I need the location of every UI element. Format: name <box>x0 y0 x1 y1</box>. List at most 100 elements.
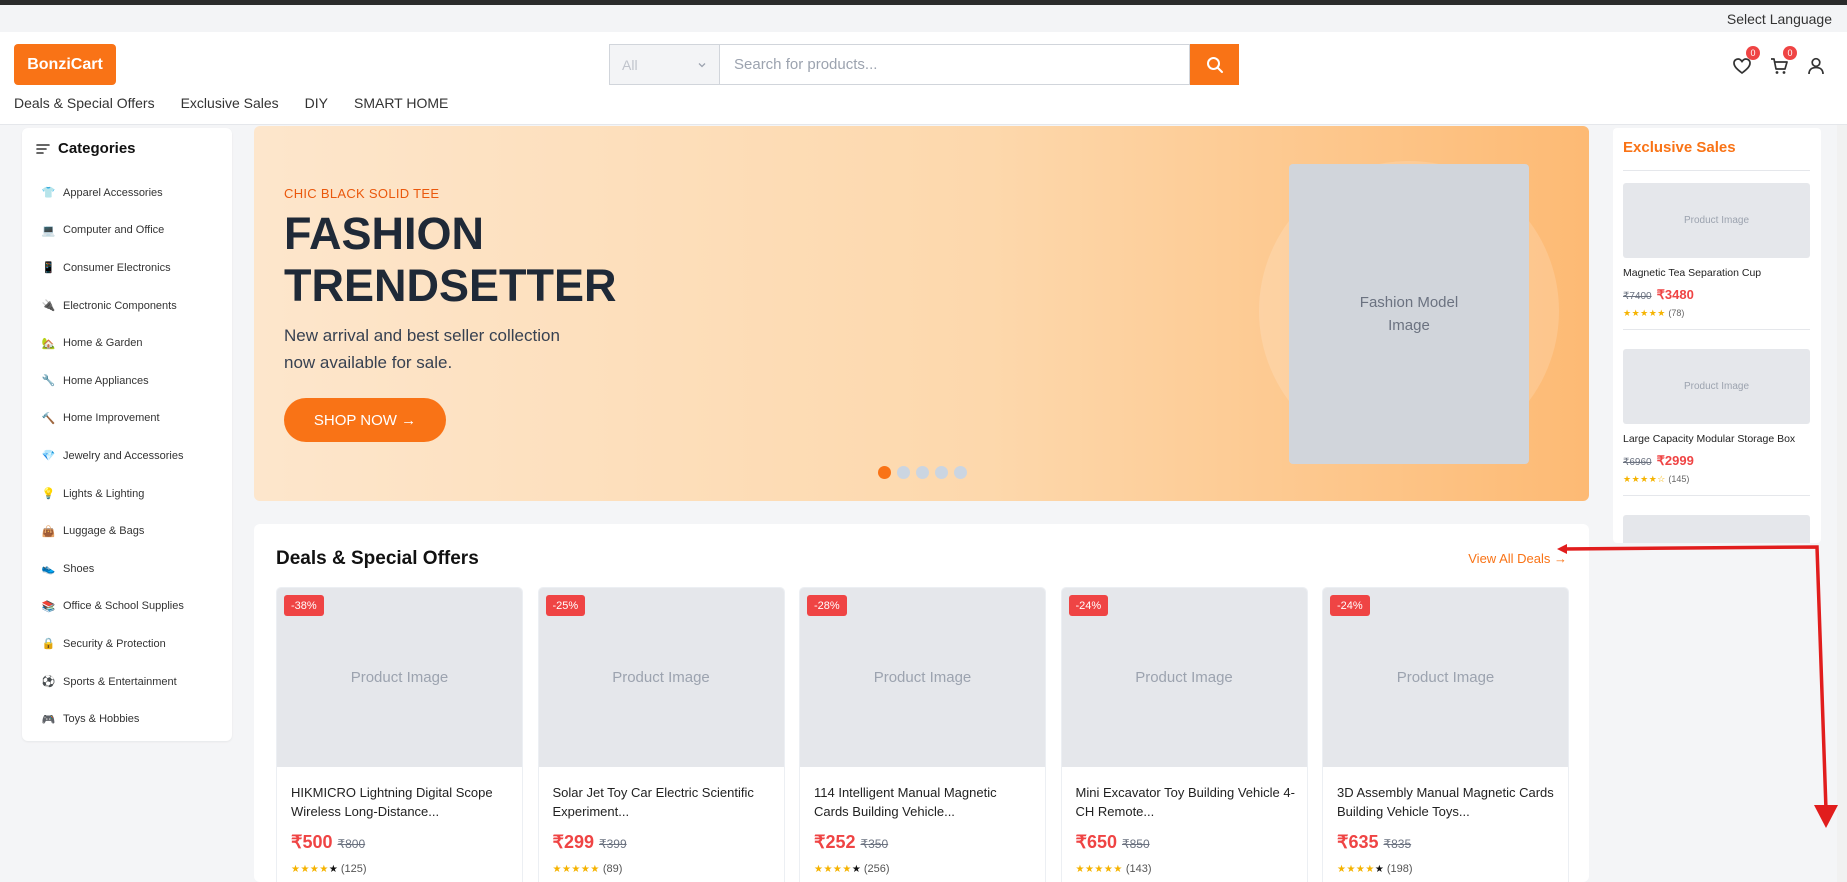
category-icon: 🔧 <box>41 375 56 388</box>
search-category-select[interactable]: All <box>609 44 719 85</box>
deals-title: Deals & Special Offers <box>276 548 479 569</box>
category-icon: 📱 <box>41 262 56 275</box>
category-item[interactable]: 🔌 Electronic Components <box>42 287 227 325</box>
category-item[interactable]: 🎮 Toys & Hobbies <box>42 700 227 738</box>
exclusive-item[interactable]: Product Image Large Capacity Modular Sto… <box>1623 349 1810 496</box>
product-price: ₹500 ₹800 <box>291 832 365 853</box>
category-icon: 💎 <box>41 450 56 463</box>
category-item[interactable]: 📚 Office & School Supplies <box>42 588 227 626</box>
wishlist-button[interactable]: 0 <box>1730 46 1760 78</box>
category-item[interactable]: 👟 Shoes <box>42 550 227 588</box>
category-item[interactable]: 🏡 Home & Garden <box>42 324 227 362</box>
category-item[interactable]: 🔒 Security & Protection <box>42 625 227 663</box>
product-name: 114 Intelligent Manual Magnetic Cards Bu… <box>814 785 997 819</box>
site-logo[interactable]: BonziCart <box>14 44 116 85</box>
product-image-placeholder <box>1623 515 1810 543</box>
language-bar: Select Language <box>0 5 1847 32</box>
hero-kicker: CHIC BLACK SOLID TEE <box>284 186 440 201</box>
sale-price: ₹2999 <box>1656 453 1694 468</box>
exclusive-item[interactable]: Product Image Magnetic Tea Separation Cu… <box>1623 183 1810 330</box>
product-image-placeholder: Product Image <box>1623 349 1810 424</box>
original-price: ₹6960 <box>1623 457 1652 468</box>
hero-title: FASHION TRENDSETTER <box>284 208 617 311</box>
product-price: ₹299 ₹399 <box>553 832 627 853</box>
carousel-dot[interactable] <box>916 466 929 479</box>
product-name: 3D Assembly Manual Magnetic Cards Buildi… <box>1337 785 1554 819</box>
product-name: Magnetic Tea Separation Cup <box>1623 267 1762 279</box>
product-price: ₹252 ₹350 <box>814 832 888 853</box>
product-name: Large Capacity Modular Storage Box <box>1623 433 1796 445</box>
vertical-scrollbar[interactable] <box>1837 125 1847 882</box>
category-label: Lights & Lighting <box>63 487 145 500</box>
original-price: ₹835 <box>1383 837 1412 851</box>
hero-banner: CHIC BLACK SOLID TEE FASHION TRENDSETTER… <box>254 126 1589 501</box>
original-price: ₹850 <box>1121 837 1150 851</box>
category-icon: 💡 <box>41 488 56 501</box>
product-rating: ★★★★☆ (145) <box>1623 474 1810 485</box>
category-icon: 👟 <box>41 563 56 576</box>
menu-lines-icon <box>36 143 50 154</box>
category-item[interactable]: 👕 Apparel Accessories <box>42 174 227 212</box>
exclusive-sales-title: Exclusive Sales <box>1623 139 1736 156</box>
category-icon: 🎮 <box>41 713 56 726</box>
nav-diy[interactable]: DIY <box>305 95 328 111</box>
deal-card[interactable]: Product Image -38% HIKMICRO Lightning Digi… <box>276 587 523 882</box>
deal-card[interactable]: Product Image -24% 3D Assembly Manual Magn… <box>1322 587 1569 882</box>
chevron-down-icon <box>698 62 706 67</box>
carousel-dot[interactable] <box>878 466 891 479</box>
search-input[interactable] <box>719 44 1190 85</box>
category-item[interactable]: 💎 Jewelry and Accessories <box>42 437 227 475</box>
product-rating: ★★★★★ (143) <box>1076 863 1152 875</box>
product-name: HIKMICRO Lightning Digital Scope Wireles… <box>291 785 493 819</box>
category-item[interactable]: 🔧 Home Appliances <box>42 362 227 400</box>
carousel-dot[interactable] <box>954 466 967 479</box>
carousel-dot[interactable] <box>897 466 910 479</box>
nav-deals[interactable]: Deals & Special Offers <box>14 95 155 111</box>
category-label: Office & School Supplies <box>63 600 184 613</box>
category-item[interactable]: 🔨 Home Improvement <box>42 400 227 438</box>
deal-card[interactable]: Product Image -24% Mini Excavator Toy Buil… <box>1060 587 1308 882</box>
sale-price: ₹500 <box>291 832 333 852</box>
category-item[interactable]: 💡 Lights & Lighting <box>42 475 227 513</box>
cart-button[interactable]: 0 <box>1767 46 1797 78</box>
carousel-dot[interactable] <box>935 466 948 479</box>
review-count: (143) <box>1125 863 1152 875</box>
deal-card[interactable]: Product Image -28% 114 Intelligent Manual … <box>799 587 1046 882</box>
select-language-link[interactable]: Select Language <box>1727 11 1832 27</box>
category-icon: 🔒 <box>41 638 56 651</box>
category-item[interactable]: 💻 Computer and Office <box>42 212 227 250</box>
category-label: Apparel Accessories <box>63 186 163 199</box>
exclusive-item-partial[interactable] <box>1623 515 1810 543</box>
category-icon: 🔨 <box>41 412 56 425</box>
category-list: 👕 Apparel Accessories 💻 Computer and Office… <box>42 174 227 738</box>
nav-exclusive-sales[interactable]: Exclusive Sales <box>181 95 279 111</box>
original-price: ₹399 <box>598 837 627 851</box>
category-item[interactable]: 👜 Luggage & Bags <box>42 512 227 550</box>
category-label: Shoes <box>63 562 95 575</box>
deal-card[interactable]: Product Image -25% Solar Jet Toy Car Elect… <box>537 587 785 882</box>
sale-price: ₹650 <box>1075 832 1117 852</box>
product-price: ₹635 ₹835 <box>1337 832 1411 853</box>
hero-image-label: Fashion Model Image <box>1359 294 1459 334</box>
product-price: ₹7400 ₹3480 <box>1623 287 1810 303</box>
hero-image-placeholder: Fashion Model Image <box>1289 164 1529 464</box>
discount-badge: -25% <box>545 595 586 616</box>
sale-price: ₹299 <box>552 832 594 852</box>
view-all-deals-link[interactable]: View All Deals → <box>1468 551 1567 566</box>
search-button[interactable] <box>1190 44 1239 85</box>
discount-badge: -38% <box>284 595 324 616</box>
product-rating: ★★★★★ (125) <box>291 863 367 875</box>
shop-now-button[interactable]: SHOP NOW → <box>284 398 446 442</box>
category-icon: ⚽ <box>41 676 56 689</box>
product-price: ₹6960 ₹2999 <box>1623 453 1810 469</box>
review-count: (78) <box>1668 308 1685 318</box>
review-count: (89) <box>602 863 623 875</box>
product-name: Mini Excavator Toy Building Vehicle 4-CH… <box>1075 785 1295 819</box>
category-item[interactable]: ⚽ Sports & Entertainment <box>42 663 227 701</box>
exclusive-sales-panel: Exclusive Sales Product Image Magnetic T… <box>1613 128 1821 543</box>
category-icon: 🔌 <box>41 300 56 313</box>
account-button[interactable] <box>1804 54 1828 78</box>
nav-smart-home[interactable]: SMART HOME <box>354 95 448 111</box>
sale-price: ₹3480 <box>1656 287 1694 302</box>
category-item[interactable]: 📱 Consumer Electronics <box>42 249 227 287</box>
